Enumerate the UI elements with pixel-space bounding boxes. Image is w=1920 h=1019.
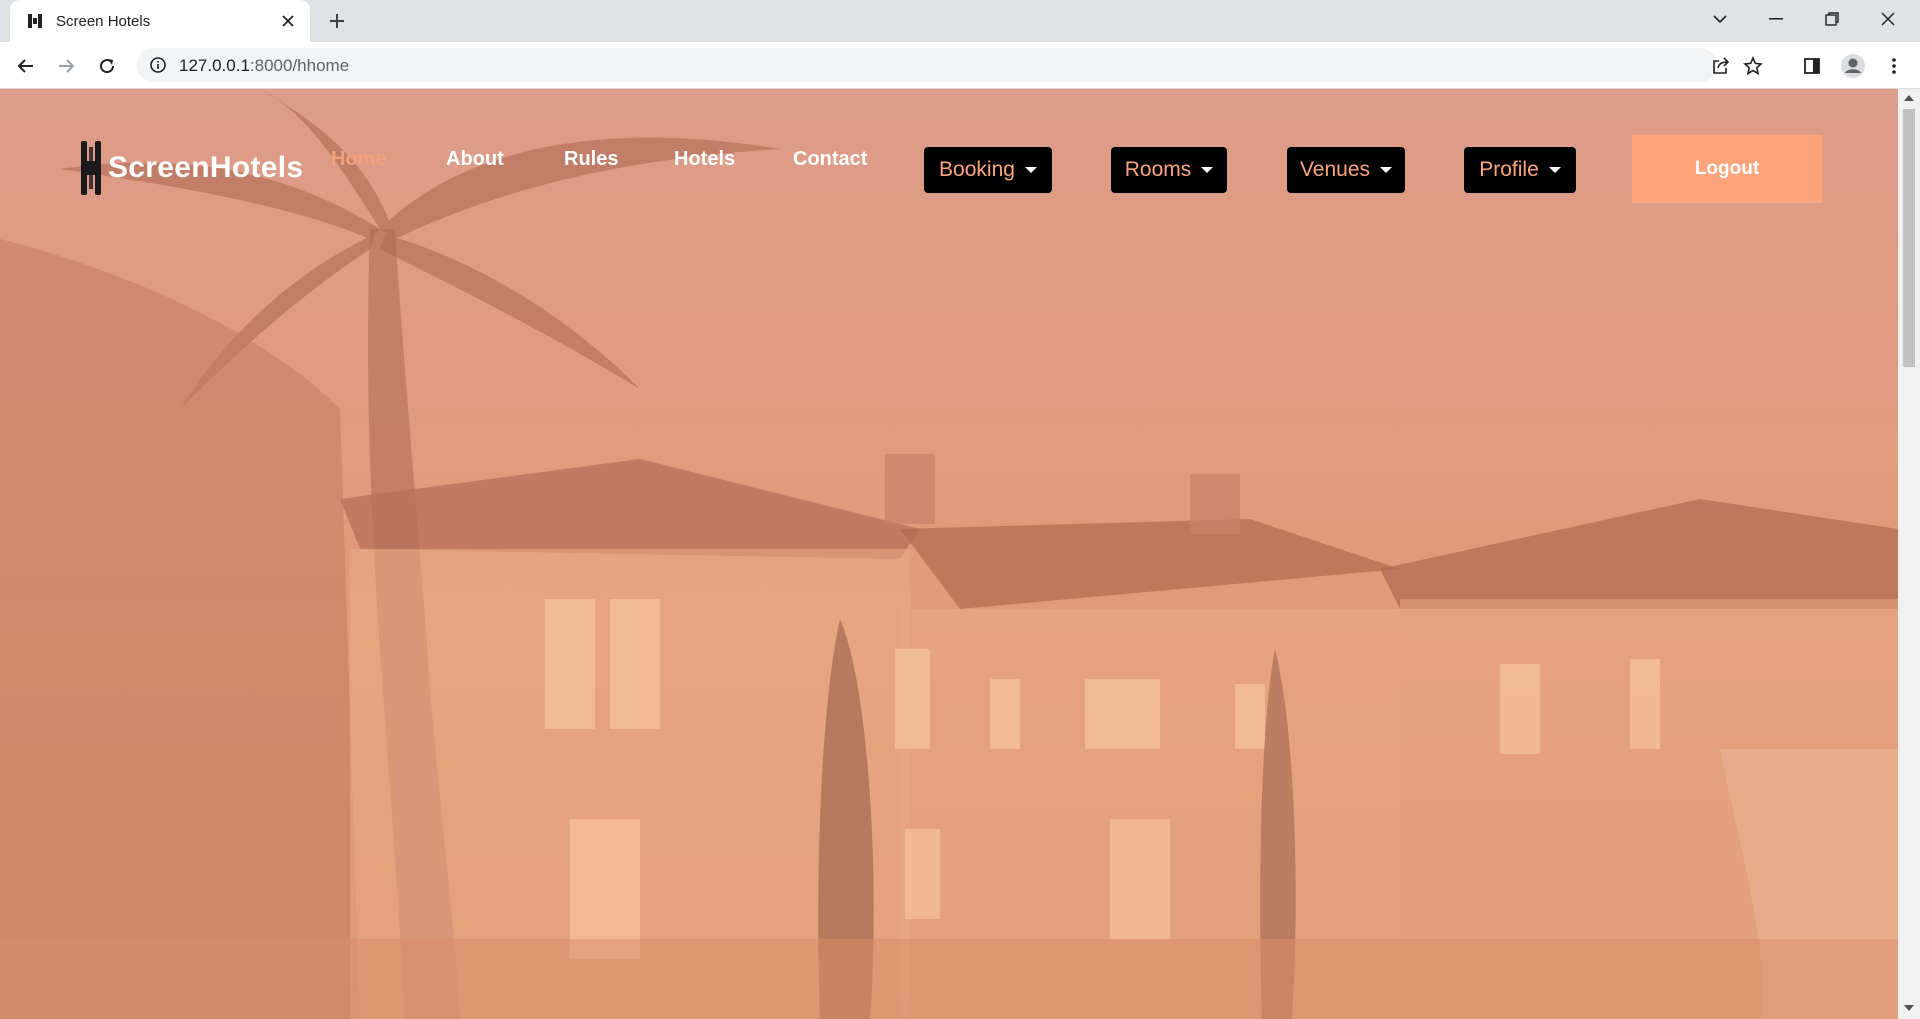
page-viewport: ScreenHotels Home About Rules Hotels Con…	[0, 89, 1898, 1019]
nav-link-home[interactable]: Home	[331, 148, 387, 171]
browser-tab[interactable]: Screen Hotels	[10, 0, 310, 42]
brand-name: ScreenHotels	[108, 151, 304, 184]
logout-button[interactable]: Logout	[1632, 135, 1822, 203]
side-panel-icon[interactable]	[1796, 50, 1828, 82]
caret-down-icon	[1024, 167, 1037, 173]
bookmark-star-icon[interactable]	[1743, 56, 1763, 76]
back-icon[interactable]	[10, 50, 42, 82]
caret-down-icon	[1201, 167, 1214, 173]
profile-dropdown[interactable]: Profile	[1464, 147, 1576, 193]
forward-icon[interactable]	[50, 50, 82, 82]
close-window-icon[interactable]	[1860, 0, 1916, 38]
nav-link-rules[interactable]: Rules	[564, 148, 618, 171]
browser-toolbar: 127.0.0.1:8000/hhome	[0, 42, 1920, 89]
scrollbar-thumb[interactable]	[1903, 109, 1915, 367]
address-bar[interactable]: 127.0.0.1:8000/hhome	[137, 48, 1763, 82]
rooms-dropdown[interactable]: Rooms	[1111, 147, 1227, 193]
page-scrollbar[interactable]	[1898, 89, 1920, 1019]
caret-down-icon	[1380, 167, 1393, 173]
hero-background	[0, 89, 1898, 1019]
favicon-icon	[26, 12, 44, 30]
hotel-villa-image	[0, 89, 1898, 1019]
scroll-down-icon[interactable]	[1904, 1005, 1914, 1011]
profile-dropdown-label: Profile	[1479, 158, 1539, 181]
nav-link-hotels[interactable]: Hotels	[674, 148, 735, 171]
share-icon[interactable]	[1711, 56, 1731, 76]
booking-dropdown[interactable]: Booking	[924, 147, 1052, 193]
tab-title: Screen Hotels	[56, 12, 151, 30]
venues-dropdown[interactable]: Venues	[1287, 147, 1405, 193]
scroll-up-icon[interactable]	[1904, 95, 1914, 101]
rooms-dropdown-label: Rooms	[1124, 158, 1192, 181]
new-tab-icon[interactable]	[322, 7, 352, 35]
url-text[interactable]: 127.0.0.1:8000/hhome	[179, 56, 349, 76]
maximize-icon[interactable]	[1804, 0, 1860, 38]
profile-icon[interactable]	[1837, 50, 1869, 82]
reload-icon[interactable]	[91, 50, 123, 82]
nav-link-about[interactable]: About	[446, 148, 504, 171]
booking-dropdown-label: Booking	[939, 158, 1015, 181]
close-icon[interactable]	[274, 7, 302, 35]
venues-dropdown-label: Venues	[1299, 158, 1371, 181]
minimize-icon[interactable]	[1748, 0, 1804, 38]
caret-down-icon	[1548, 167, 1561, 173]
site-brand[interactable]: ScreenHotels	[80, 139, 303, 197]
site-info-icon[interactable]	[149, 56, 167, 74]
tab-search-icon[interactable]	[1692, 0, 1748, 38]
brand-logo-icon	[81, 141, 101, 195]
menu-icon[interactable]	[1878, 50, 1910, 82]
nav-link-contact[interactable]: Contact	[793, 148, 867, 171]
browser-tab-strip: Screen Hotels	[0, 0, 1920, 42]
